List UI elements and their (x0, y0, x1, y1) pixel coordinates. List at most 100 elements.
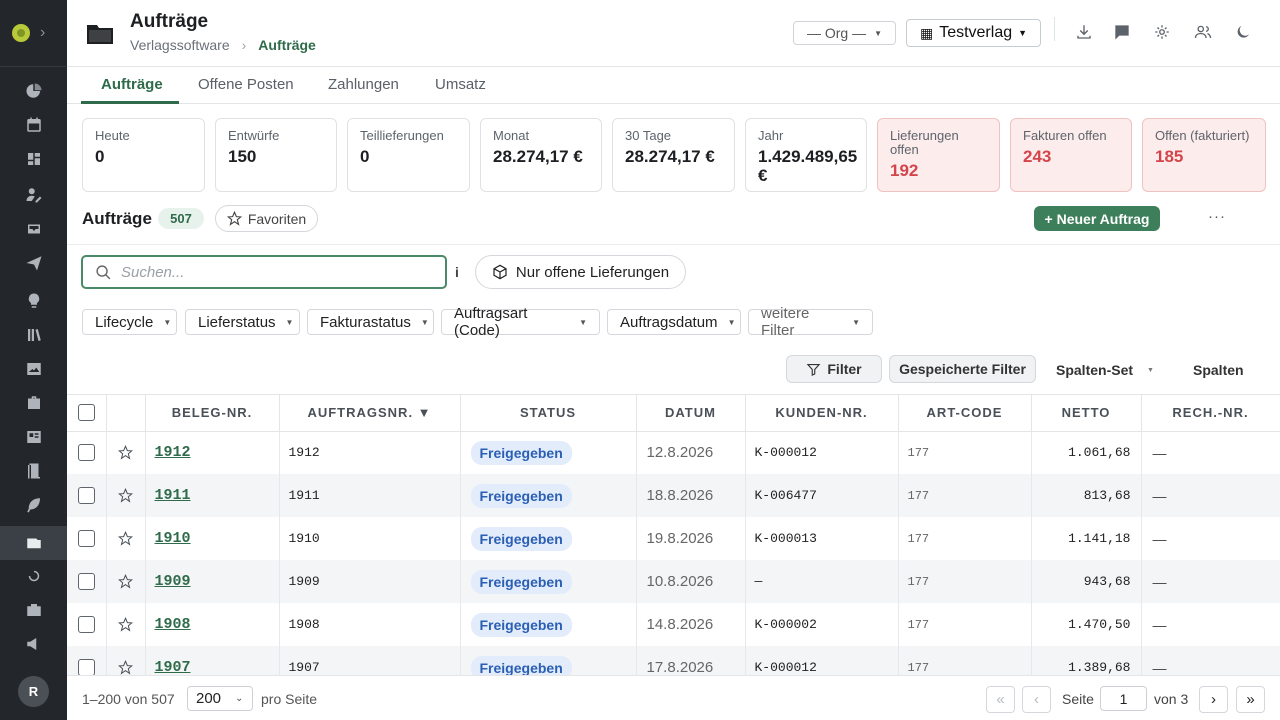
column-header-netto[interactable]: NETTO (1031, 395, 1142, 432)
filter-lifecycle[interactable]: Lifecycle ▼ (82, 309, 177, 335)
column-header-beleg[interactable]: BELEG-NR. (145, 395, 280, 432)
tab-auftraege[interactable]: Aufträge (101, 76, 163, 93)
verlag-select[interactable]: ▦ Testverlag ▼ (906, 19, 1041, 47)
beleg-link[interactable]: 1907 (146, 659, 191, 675)
sync-icon[interactable] (0, 559, 67, 593)
star-icon[interactable] (107, 531, 145, 546)
kpi-card-fakturen-offen[interactable]: Fakturen offen 243 (1010, 118, 1132, 192)
row-checkbox[interactable] (77, 530, 95, 547)
first-page-button[interactable]: « (986, 686, 1015, 713)
user-avatar[interactable]: R (18, 676, 49, 707)
row-checkbox[interactable] (77, 444, 95, 462)
users-edit-icon[interactable] (0, 178, 67, 212)
row-checkbox[interactable] (77, 659, 95, 675)
org-select[interactable]: — Org — ▼ (793, 21, 896, 45)
column-header-auftragsnr[interactable]: AUFTRAGSNR. ▼ (279, 395, 461, 432)
filter-fakturastatus[interactable]: Fakturastatus ▼ (307, 309, 434, 335)
download-icon[interactable] (1074, 22, 1094, 42)
kpi-card-offen-fakturiert[interactable]: Offen (fakturiert) 185 (1142, 118, 1266, 192)
book-icon[interactable] (0, 454, 67, 488)
kpi-card-monat[interactable]: Monat 28.274,17 € (480, 118, 602, 192)
team-icon[interactable] (1193, 22, 1213, 42)
kpi-card-lieferungen-offen[interactable]: Lieferungen offen 192 (877, 118, 1000, 192)
lightbulb-icon[interactable] (0, 284, 67, 318)
briefcase-icon[interactable] (0, 386, 67, 420)
dashboard-icon[interactable] (0, 142, 67, 176)
beleg-link[interactable]: 1910 (146, 530, 191, 547)
calendar-icon[interactable] (0, 108, 67, 142)
info-icon[interactable]: i (455, 264, 459, 280)
table-row[interactable]: 1909 1909 Freigegeben 10.8.2026 — 177 94… (67, 560, 1280, 603)
row-checkbox[interactable] (77, 573, 95, 590)
row-checkbox[interactable] (77, 487, 95, 504)
table-row[interactable]: 1907 1907 Freigegeben 17.8.2026 K-000012… (67, 646, 1280, 675)
send-icon[interactable] (0, 246, 67, 280)
case-icon[interactable] (0, 593, 67, 627)
last-page-button[interactable]: » (1236, 686, 1265, 713)
column-header-kunde[interactable]: KUNDEN-NR. (745, 395, 899, 432)
select-all-checkbox[interactable] (77, 404, 95, 422)
star-icon[interactable] (107, 445, 145, 460)
tab-umsatz[interactable]: Umsatz (435, 76, 486, 93)
search-input[interactable] (121, 263, 421, 281)
tab-zahlungen[interactable]: Zahlungen (328, 76, 399, 93)
row-checkbox[interactable] (77, 616, 95, 633)
kpi-card-entwuerfe[interactable]: Entwürfe 150 (215, 118, 337, 192)
columns-button[interactable]: Spalten (1193, 362, 1244, 378)
filter-auftragsdatum[interactable]: Auftragsdatum ▼ (607, 309, 741, 335)
table-row[interactable]: 1912 1912 Freigegeben 12.8.2026 K-000012… (67, 431, 1280, 474)
filter-auftragsart[interactable]: Auftragsart (Code) ▼ (441, 305, 600, 339)
open-deliveries-toggle[interactable]: Nur offene Lieferungen (475, 255, 686, 289)
kpi-card-heute[interactable]: Heute 0 (82, 118, 205, 192)
chart-icon[interactable] (0, 74, 67, 108)
column-header-datum[interactable]: DATUM (636, 395, 746, 432)
more-options-icon[interactable]: ··· (1208, 208, 1226, 225)
star-icon[interactable] (107, 488, 145, 503)
column-header-status[interactable]: STATUS (460, 395, 637, 432)
megaphone-icon[interactable] (0, 627, 67, 661)
kpi-card-jahr[interactable]: Jahr 1.429.489,65 € (745, 118, 867, 192)
row-select-cell (67, 431, 107, 474)
table-row[interactable]: 1911 1911 Freigegeben 18.8.2026 K-006477… (67, 474, 1280, 517)
saved-filters-button[interactable]: Gespeicherte Filter (889, 355, 1036, 383)
star-icon[interactable] (107, 574, 145, 589)
breadcrumb-root[interactable]: Verlagssoftware (130, 37, 230, 53)
page-size-select[interactable]: 200 ⌄ (187, 686, 253, 711)
inbox-icon[interactable] (0, 212, 67, 246)
dark-mode-icon[interactable] (1233, 22, 1253, 42)
star-icon[interactable] (107, 617, 145, 632)
search-field[interactable] (81, 255, 447, 289)
chat-icon[interactable] (1112, 22, 1132, 42)
layout-icon[interactable] (0, 420, 67, 454)
new-order-button[interactable]: + Neuer Auftrag (1034, 206, 1160, 231)
column-header-rech[interactable]: RECH.-NR. (1141, 395, 1280, 432)
kpi-card-30-tage[interactable]: 30 Tage 28.274,17 € (612, 118, 735, 192)
kpi-card-teillieferungen[interactable]: Teillieferungen 0 (347, 118, 470, 192)
status-badge: Freigegeben (470, 569, 572, 594)
page-number-input[interactable]: 1 (1100, 686, 1147, 711)
orders-icon[interactable] (0, 526, 67, 560)
filter-weitere[interactable]: weitere Filter ▼ (748, 305, 873, 339)
library-icon[interactable] (0, 318, 67, 352)
prev-page-button[interactable]: ‹ (1022, 686, 1051, 713)
beleg-link[interactable]: 1911 (146, 487, 191, 504)
filter-button[interactable]: Filter (786, 355, 882, 383)
beleg-link[interactable]: 1912 (146, 444, 191, 461)
next-page-button[interactable]: › (1199, 686, 1228, 713)
column-header-art-code[interactable]: ART-CODE (898, 395, 1032, 432)
settings-icon[interactable] (1152, 22, 1172, 42)
table-row[interactable]: 1908 1908 Freigegeben 14.8.2026 K-000002… (67, 603, 1280, 646)
table-row[interactable]: 1910 1910 Freigegeben 19.8.2026 K-000013… (67, 517, 1280, 560)
feather-icon[interactable] (0, 488, 67, 522)
beleg-link[interactable]: 1908 (146, 616, 191, 633)
kpi-value: 0 (360, 147, 370, 166)
tab-offene-posten[interactable]: Offene Posten (198, 76, 294, 93)
filter-lieferstatus[interactable]: Lieferstatus ▼ (185, 309, 300, 335)
expand-chevron-icon[interactable]: › (40, 24, 45, 42)
app-logo[interactable] (12, 24, 30, 42)
image-icon[interactable] (0, 352, 67, 386)
beleg-link[interactable]: 1909 (146, 573, 191, 590)
star-icon[interactable] (107, 660, 145, 675)
favorites-button[interactable]: Favoriten (215, 205, 318, 232)
column-set-select[interactable]: Spalten-Set ▼ (1056, 362, 1154, 378)
